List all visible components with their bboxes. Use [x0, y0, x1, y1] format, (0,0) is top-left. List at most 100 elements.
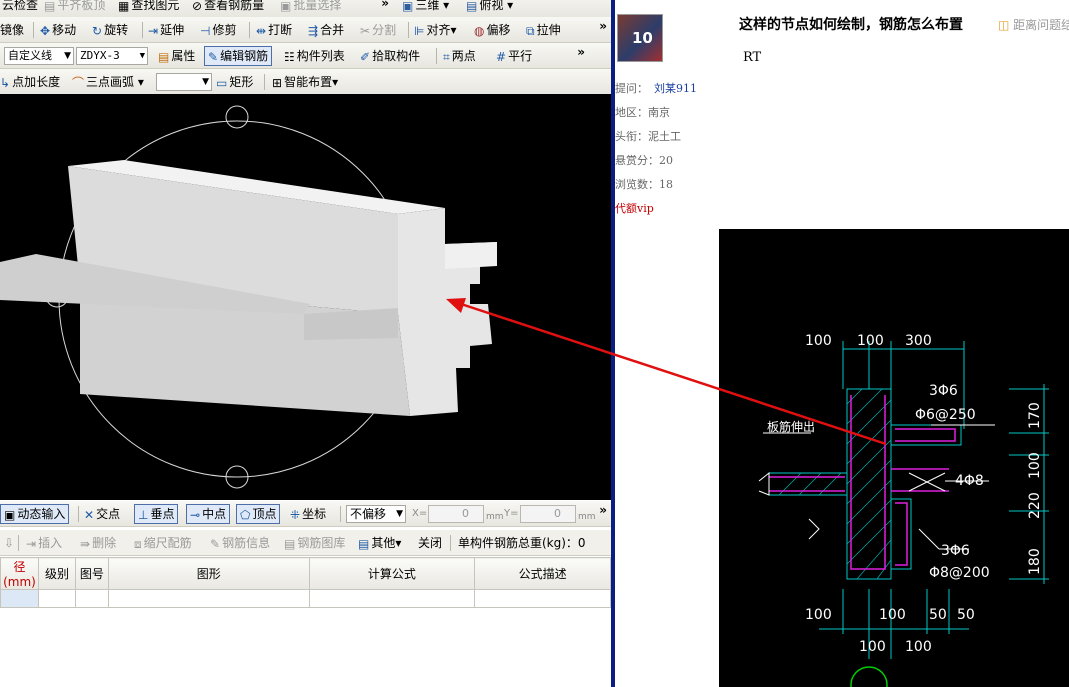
- rank-value: 泥土工: [648, 130, 681, 143]
- y-coordinate-input[interactable]: 0: [520, 505, 576, 523]
- trim-button[interactable]: ⊣ 修剪: [200, 21, 236, 39]
- table-cell[interactable]: [74, 589, 109, 608]
- empty-select[interactable]: ▼: [156, 73, 212, 91]
- dim-bottom-3: 50: [929, 607, 947, 623]
- overflow-icon[interactable]: »: [599, 19, 607, 33]
- table-cell[interactable]: [107, 589, 310, 608]
- snap-perpendicular-button[interactable]: ⊥ 垂点: [134, 504, 179, 524]
- overflow-icon[interactable]: »: [577, 45, 585, 59]
- find-icon: ▦: [118, 0, 130, 13]
- dim-top-2: 100: [857, 333, 884, 349]
- delete-button[interactable]: ⇛ 删除: [80, 534, 116, 552]
- find-element-button[interactable]: ▦ 查找图元: [118, 0, 179, 14]
- cloud-check-button[interactable]: 云检查: [2, 0, 38, 14]
- col-grade[interactable]: 级别: [37, 557, 76, 590]
- snap-coordinate-button[interactable]: ⁜ 坐标: [290, 505, 326, 523]
- align-dropdown[interactable]: ⊫ 对齐▾: [414, 21, 457, 39]
- rotate-button[interactable]: ↻ 旋转: [92, 21, 128, 39]
- dynamic-input-label: 动态输入: [17, 507, 66, 521]
- mirror-button[interactable]: 镜像: [0, 21, 24, 39]
- down-arrow-icon[interactable]: ⇩: [4, 534, 14, 552]
- scale-rebar-label: 缩尺配筋: [143, 536, 192, 550]
- snap-vertex-button[interactable]: ⬠ 顶点: [236, 504, 281, 524]
- col-figure-no[interactable]: 图号: [74, 557, 109, 590]
- insert-button[interactable]: ⇥ 插入: [26, 534, 62, 552]
- region-value: 南京: [648, 106, 670, 119]
- rank-row: 头衔：泥土工: [615, 128, 681, 144]
- break-button[interactable]: ⇹ 打断: [256, 21, 292, 39]
- separator: [450, 535, 451, 551]
- col-formula-desc[interactable]: 公式描述: [474, 557, 611, 590]
- offset-mode-select[interactable]: 不偏移 ▼: [346, 505, 406, 523]
- rebar-toolbar: ⇩ ⇥ 插入 ⇛ 删除 ⧈ 缩尺配筋 ✎ 钢筋信息 ▤ 钢筋图库 ▤ 其他▾ 关闭 单构件钢…: [0, 530, 611, 556]
- point-length-icon: ↳: [0, 75, 11, 90]
- batch-select-button[interactable]: ▣ 批量选择: [280, 0, 341, 14]
- table-row[interactable]: [0, 589, 611, 608]
- stretch-button[interactable]: ⧉ 拉伸: [526, 21, 561, 39]
- separator: [18, 535, 19, 551]
- edit-rebar-button[interactable]: ✎ 编辑钢筋: [204, 46, 273, 66]
- view-rebar-button[interactable]: ⊘ 查看钢筋量: [192, 0, 264, 14]
- orbit-handle-top[interactable]: [225, 105, 249, 129]
- other-icon: ▤: [358, 536, 370, 551]
- rebar-table[interactable]: 径(mm) 级别 图号 图形 计算公式 公式描述: [0, 557, 611, 608]
- three-point-arc-label: 三点画弧: [86, 75, 135, 89]
- x-coordinate-input[interactable]: 0: [428, 505, 484, 523]
- point-length-button[interactable]: ↳ 点加长度: [0, 73, 60, 91]
- chevron-down-icon: ▼: [139, 51, 145, 61]
- view-3d-dropdown[interactable]: ▣ 三维 ▾: [402, 0, 449, 14]
- separator: [340, 506, 341, 522]
- move-button[interactable]: ✥ 移动: [40, 21, 76, 39]
- smart-layout-dropdown[interactable]: ⊞ 智能布置▾: [272, 73, 338, 91]
- parallel-button[interactable]: # 平行: [496, 47, 532, 65]
- toolbar-row-4: ↳ 点加长度 ⌒ 三点画弧 ▾ ▼ ▭ 矩形 ⊞ 智能布置▾: [0, 69, 611, 95]
- break-icon: ⇹: [256, 23, 267, 38]
- table-cell[interactable]: [474, 589, 611, 608]
- asker-link[interactable]: 刘某911: [654, 82, 697, 95]
- snap-intersection-label: 交点: [96, 507, 121, 521]
- overflow-icon[interactable]: »: [599, 503, 607, 517]
- three-point-arc-dropdown[interactable]: ⌒ 三点画弧 ▾: [72, 73, 144, 91]
- rank-label: 头衔：: [615, 130, 648, 143]
- align-slab-top-button[interactable]: ▤ 平齐板顶: [44, 0, 105, 14]
- extend-button[interactable]: ⇥ 延伸: [148, 21, 184, 39]
- view-top-dropdown[interactable]: ▤ 俯视 ▾: [466, 0, 513, 14]
- table-cell[interactable]: [0, 589, 39, 608]
- table-cell[interactable]: [37, 589, 76, 608]
- component-code-select[interactable]: ZDYX-3 ▼: [76, 47, 148, 65]
- col-shape[interactable]: 图形: [107, 557, 310, 590]
- close-button[interactable]: 关闭: [418, 534, 442, 552]
- rectangle-button[interactable]: ▭ 矩形: [216, 73, 253, 91]
- rebar-library-button[interactable]: ▤ 钢筋图库: [284, 534, 345, 552]
- split-button[interactable]: ✂ 分割: [360, 21, 396, 39]
- pick-component-button[interactable]: ✐ 拾取构件: [360, 47, 420, 65]
- separator: [142, 22, 143, 38]
- chevron-down-icon: ▼: [64, 51, 71, 61]
- avatar[interactable]: 10: [617, 14, 663, 62]
- properties-button[interactable]: ▤ 属性: [158, 47, 195, 65]
- two-point-button[interactable]: ⌗ 两点: [443, 47, 476, 65]
- other-dropdown[interactable]: ▤ 其他▾: [358, 534, 401, 552]
- point-length-label: 点加长度: [12, 75, 61, 89]
- split-icon: ✂: [360, 23, 371, 38]
- y-label: Y=: [504, 508, 519, 519]
- cad-detail-image[interactable]: 100 100 300 3Φ6 Φ6@250 4Φ8 3Φ6 Φ8@200 板筋…: [719, 229, 1069, 687]
- dynamic-input-icon: ▣: [4, 507, 16, 522]
- 3d-viewport[interactable]: [0, 94, 611, 500]
- component-list-button[interactable]: ☷ 构件列表: [284, 47, 345, 65]
- rebar-info-button[interactable]: ✎ 钢筋信息: [210, 534, 270, 552]
- overflow-icon[interactable]: »: [381, 0, 389, 10]
- col-formula[interactable]: 计算公式: [308, 557, 476, 590]
- offset-button[interactable]: ◍ 偏移: [474, 21, 511, 39]
- snap-intersection-button[interactable]: ✕ 交点: [84, 505, 120, 523]
- merge-button[interactable]: ⇶ 合并: [308, 21, 344, 39]
- table-cell[interactable]: [308, 589, 476, 608]
- vip-link[interactable]: 代额vip: [615, 200, 654, 216]
- col-diameter[interactable]: 径(mm): [0, 557, 39, 590]
- line-style-select[interactable]: 自定义线 ▼: [4, 47, 74, 65]
- snap-midpoint-button[interactable]: ⊸ 中点: [186, 504, 231, 524]
- component-list-label: 构件列表: [296, 49, 345, 63]
- scale-rebar-button[interactable]: ⧈ 缩尺配筋: [134, 534, 192, 552]
- rotate-icon: ↻: [92, 23, 103, 38]
- dynamic-input-button[interactable]: ▣ 动态输入: [0, 504, 70, 524]
